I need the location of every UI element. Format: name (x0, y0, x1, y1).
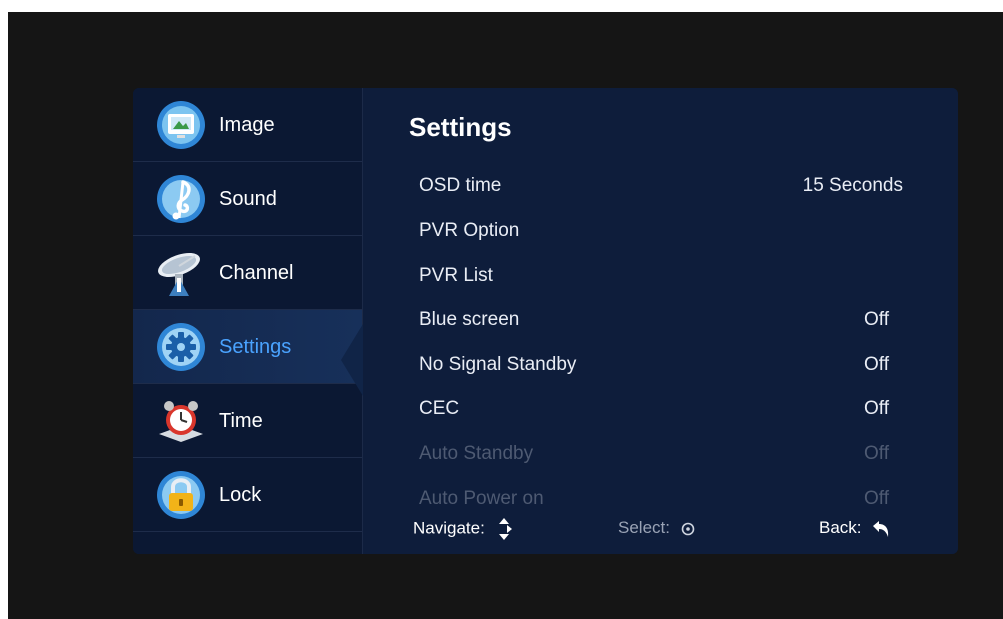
back-arrow-icon (873, 520, 889, 537)
satellite-dish-icon (158, 252, 200, 296)
menu-item-time[interactable]: Time (133, 384, 362, 458)
menu-label: Channel (219, 262, 294, 284)
option-label: PVR List (419, 265, 493, 286)
back-hint: Back: (819, 518, 890, 538)
menu-label: Lock (219, 484, 262, 506)
select-label: Select: (618, 518, 670, 537)
menu-item-settings[interactable]: Settings (133, 310, 362, 384)
option-osd-time[interactable]: OSD time 15 Seconds (419, 175, 939, 205)
option-blue-screen[interactable]: Blue screen Off (419, 309, 939, 339)
option-value: Off (864, 488, 889, 509)
menu-item-lock[interactable]: Lock (133, 458, 362, 532)
option-label: OSD time (419, 175, 502, 196)
menu-label: Settings (219, 336, 292, 358)
main-menu: Image Sound Channel Settings Time Lock (133, 88, 363, 554)
option-label: Blue screen (419, 309, 520, 330)
option-value: 15 Seconds (802, 175, 903, 196)
menu-item-image[interactable]: Image (133, 88, 362, 162)
option-label: Auto Power on (419, 488, 544, 509)
image-icon (157, 101, 205, 149)
option-no-signal-standby[interactable]: No Signal Standby Off (419, 354, 939, 384)
option-value: Off (864, 443, 889, 464)
gear-icon (157, 323, 205, 371)
option-value: Off (864, 354, 889, 375)
option-auto-standby: Auto Standby Off (419, 443, 939, 473)
option-pvr-list[interactable]: PVR List (419, 265, 939, 295)
navigate-arrows-icon (498, 518, 512, 540)
menu-label: Time (219, 410, 263, 432)
select-hint: Select: (618, 518, 695, 538)
key-hints: Navigate: Select: Back: (363, 512, 958, 544)
menu-item-sound[interactable]: Sound (133, 162, 362, 236)
menu-label: Sound (219, 188, 277, 210)
option-label: No Signal Standby (419, 354, 577, 375)
navigate-hint: Navigate: (413, 518, 512, 540)
tv-screen: Image Sound Channel Settings Time Lock S… (8, 12, 1003, 619)
option-cec[interactable]: CEC Off (419, 398, 939, 428)
settings-content: Settings OSD time 15 Seconds PVR Option … (363, 88, 958, 554)
option-label: Auto Standby (419, 443, 534, 464)
music-note-icon (157, 175, 205, 223)
selection-pointer (341, 324, 363, 396)
settings-panel: Image Sound Channel Settings Time Lock S… (133, 88, 958, 554)
menu-label: Image (219, 114, 275, 136)
padlock-icon (157, 471, 205, 519)
back-label: Back: (819, 518, 862, 537)
option-label: CEC (419, 398, 460, 419)
option-value: Off (864, 398, 889, 419)
menu-item-channel[interactable]: Channel (133, 236, 362, 310)
alarm-clock-icon (159, 401, 203, 442)
option-label: PVR Option (419, 220, 520, 241)
navigate-label: Navigate: (413, 518, 485, 538)
option-pvr-option[interactable]: PVR Option (419, 220, 939, 250)
ok-button-icon (681, 522, 695, 535)
page-title: Settings (409, 112, 512, 142)
option-value: Off (864, 309, 889, 330)
